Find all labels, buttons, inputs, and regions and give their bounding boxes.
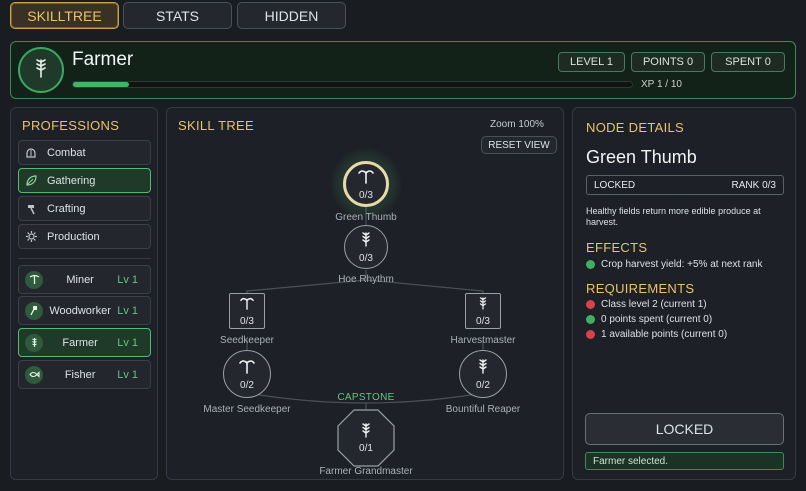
effects-title: EFFECTS (586, 240, 648, 255)
class-emblem (18, 47, 64, 93)
node-rank: 0/1 (359, 443, 373, 454)
node-state: LOCKED (594, 179, 636, 191)
node-label: Harvestmaster (450, 335, 516, 346)
plus-icon (586, 260, 595, 269)
leaf-icon (19, 174, 43, 187)
hammer-icon (19, 203, 43, 215)
unmet-icon (586, 300, 595, 309)
wheat-icon (30, 57, 52, 84)
class-item-name: Farmer (62, 336, 98, 349)
xp-bar (72, 81, 633, 88)
node-master-seedkeeper[interactable]: 0/2 (223, 350, 271, 398)
node-details-panel: NODE DETAILS Green Thumb LOCKED RANK 0/3… (572, 107, 796, 480)
gear-icon (19, 230, 43, 243)
node-details-title: NODE DETAILS (586, 120, 684, 135)
node-seedkeeper[interactable]: 0/3 (229, 293, 265, 329)
node-label: Farmer Grandmaster (319, 466, 413, 477)
category-crafting[interactable]: Crafting (18, 196, 151, 221)
node-label: Seedkeeper (220, 335, 274, 346)
skill-tree-panel[interactable]: SKILL TREE Zoom 100% RESET VIEW 0/3 Gree… (166, 107, 564, 480)
class-header: Farmer XP 1 / 10 LEVEL 1 POINTS 0 SPENT … (10, 41, 796, 99)
class-item-level: Lv 1 (117, 304, 138, 317)
wheat-icon (476, 358, 490, 379)
unmet-icon (586, 330, 595, 339)
professions-panel: PROFESSIONS Combat Gathering Crafting Pr… (10, 107, 158, 480)
node-rank: 0/3 (359, 189, 373, 201)
category-label: Production (47, 230, 100, 243)
class-item-name: Woodworker (49, 304, 111, 317)
fish-icon (25, 365, 43, 384)
wheat-icon (25, 333, 43, 352)
class-item-woodworker[interactable]: Woodworker Lv 1 (18, 296, 151, 325)
met-icon (586, 315, 595, 324)
node-label: Bountiful Reaper (445, 404, 521, 415)
node-bountiful-reaper[interactable]: 0/2 (459, 350, 507, 398)
wheat-icon (477, 296, 489, 315)
wheat-icon (359, 422, 373, 443)
helmet-icon (19, 147, 43, 159)
effect-text: Crop harvest yield: +5% at next rank (601, 259, 763, 270)
node-farmer-grandmaster[interactable]: 0/1 (337, 409, 395, 467)
class-item-miner[interactable]: Miner Lv 1 (18, 265, 151, 294)
class-name: Farmer (72, 49, 134, 70)
requirement-text: Class level 2 (current 1) (601, 299, 707, 310)
node-description: Healthy fields return more edible produc… (586, 206, 761, 227)
locked-button[interactable]: LOCKED (585, 413, 784, 445)
node-state-bar: LOCKED RANK 0/3 (586, 175, 784, 195)
class-item-level: Lv 1 (117, 368, 138, 381)
node-label: Green Thumb (335, 212, 397, 223)
node-rank: 0/2 (240, 379, 254, 391)
requirement-item: 0 points spent (current 0) (586, 314, 712, 325)
node-label: Hoe Rhythm (338, 274, 394, 285)
capstone-label: CAPSTONE (337, 392, 395, 403)
axe-icon (25, 301, 43, 320)
spent-badge: SPENT 0 (711, 52, 785, 72)
class-item-level: Lv 1 (117, 273, 138, 286)
class-item-level: Lv 1 (117, 336, 138, 349)
effect-item: Crop harvest yield: +5% at next rank (586, 259, 762, 270)
category-label: Crafting (47, 202, 86, 215)
node-rank: 0/3 (476, 315, 490, 327)
tab-hidden[interactable]: HIDDEN (237, 2, 346, 29)
node-rank: 0/3 (359, 252, 373, 264)
requirements-title: REQUIREMENTS (586, 281, 695, 296)
node-green-thumb[interactable]: 0/3 (343, 161, 389, 207)
class-item-name: Fisher (64, 368, 96, 381)
selected-node-name: Green Thumb (586, 147, 697, 167)
points-badge: POINTS 0 (631, 52, 705, 72)
node-rank: 0/2 (476, 379, 490, 391)
professions-title: PROFESSIONS (22, 118, 120, 133)
requirement-item: 1 available points (current 0) (586, 329, 727, 340)
node-rank: RANK 0/3 (731, 179, 776, 191)
tab-skilltree[interactable]: SKILLTREE (10, 2, 119, 29)
sprout-icon (238, 358, 256, 379)
node-rank: 0/3 (240, 315, 254, 327)
divider (18, 258, 151, 259)
node-hoe-rhythm[interactable]: 0/3 (344, 225, 388, 269)
sprout-icon (239, 296, 255, 315)
level-badge: LEVEL 1 (558, 52, 625, 72)
wheat-icon (359, 231, 373, 252)
sprout-icon (357, 168, 375, 189)
category-gathering[interactable]: Gathering (18, 168, 151, 193)
status-bar: Farmer selected. (585, 452, 784, 470)
class-item-name: Miner (66, 273, 94, 286)
class-item-farmer[interactable]: Farmer Lv 1 (18, 328, 151, 357)
category-production[interactable]: Production (18, 224, 151, 249)
tab-stats[interactable]: STATS (123, 2, 232, 29)
requirement-text: 0 points spent (current 0) (601, 314, 713, 325)
node-label: Master Seedkeeper (203, 404, 291, 415)
category-label: Gathering (47, 174, 96, 187)
category-label: Combat (47, 146, 86, 159)
class-item-fisher[interactable]: Fisher Lv 1 (18, 360, 151, 389)
requirement-item: Class level 2 (current 1) (586, 299, 707, 310)
pickaxe-icon (25, 270, 43, 289)
xp-text: XP 1 / 10 (641, 79, 682, 90)
category-combat[interactable]: Combat (18, 140, 151, 165)
xp-bar-fill (73, 82, 129, 87)
node-harvestmaster[interactable]: 0/3 (465, 293, 501, 329)
requirement-text: 1 available points (current 0) (601, 329, 728, 340)
